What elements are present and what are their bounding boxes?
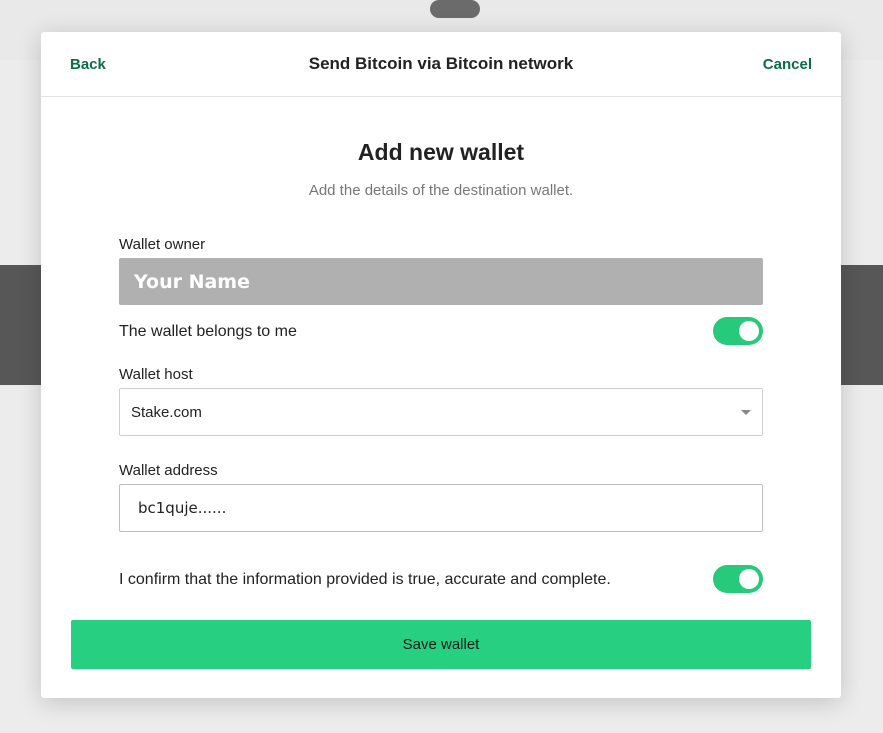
toggle-knob: [739, 569, 759, 589]
wallet-owner-input[interactable]: [132, 269, 763, 294]
wallet-owner-label: Wallet owner: [119, 236, 206, 253]
wallet-host-value: Stake.com: [131, 404, 202, 421]
page-title: Add new wallet: [357, 139, 525, 165]
add-wallet-modal: Back Send Bitcoin via Bitcoin network Ca…: [41, 32, 841, 698]
modal-header: Back Send Bitcoin via Bitcoin network Ca…: [41, 32, 841, 97]
toggle-knob: [739, 321, 759, 341]
belongs-to-me-label: The wallet belongs to me: [119, 323, 297, 340]
wallet-host-select[interactable]: Stake.com: [119, 388, 763, 436]
modal-title: Send Bitcoin via Bitcoin network: [308, 54, 574, 73]
wallet-owner-field[interactable]: [119, 258, 763, 305]
wallet-address-label: Wallet address: [119, 462, 218, 479]
wallet-host-label: Wallet host: [119, 366, 193, 383]
confirm-toggle[interactable]: [713, 565, 763, 593]
belongs-to-me-toggle[interactable]: [713, 317, 763, 345]
wallet-address-field[interactable]: [119, 484, 763, 532]
chevron-down-icon: [741, 410, 751, 415]
save-wallet-button[interactable]: Save wallet: [71, 620, 811, 669]
confirm-label: I confirm that the information provided …: [119, 571, 611, 588]
cancel-button[interactable]: Cancel: [763, 56, 812, 73]
wallet-address-input[interactable]: [136, 498, 746, 518]
page-subtitle: Add the details of the destination walle…: [308, 182, 574, 199]
